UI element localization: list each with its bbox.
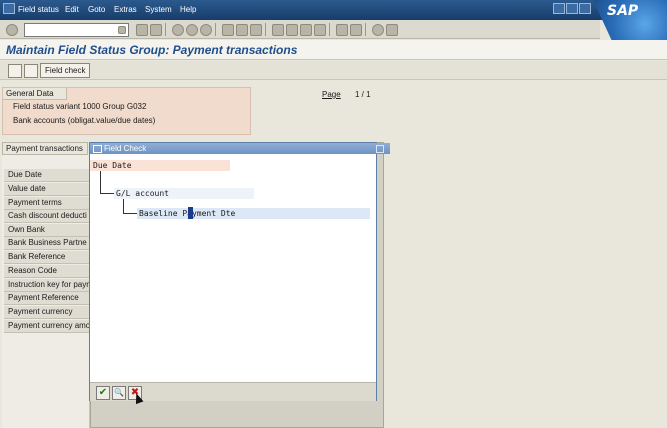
application-toolbar: Field check [0,61,667,80]
enter-icon[interactable] [6,24,18,36]
payment-transactions-tab[interactable]: Payment transactions [2,142,88,155]
text-cursor [188,207,193,219]
save-icon[interactable] [150,24,162,36]
menu-bar: Field status Edit Goto Extras System Hel… [0,0,667,20]
general-data-panel: General Data Field status variant 1000 G… [2,87,251,135]
field-list: Due Date Value date Payment terms Cash d… [2,155,94,428]
exit-icon[interactable] [186,24,198,36]
list-item[interactable]: Cash discount deducti [4,210,94,223]
list-item[interactable]: Payment currency [4,306,94,319]
next-page-icon[interactable] [300,24,312,36]
tree-node-due-date[interactable]: Due Date [93,161,132,170]
list-item[interactable]: Instruction key for paym [4,279,94,292]
dialog-window-icon [93,145,102,153]
dialog-title: Field Check [104,144,147,153]
maximize-icon[interactable] [566,3,578,14]
list-item[interactable]: Own Bank [4,224,94,237]
page-title: Maintain Field Status Group: Payment tra… [6,43,298,57]
general-data-header: General Data [3,88,67,100]
print-group-icon[interactable] [24,64,38,78]
dialog-close-icon[interactable] [376,145,384,153]
list-item[interactable]: Due Date [4,169,94,182]
last-page-icon[interactable] [314,24,326,36]
back-history-icon[interactable] [136,24,148,36]
field-status-variant-line: Field status variant 1000 Group G032 [13,102,147,111]
menu-field-status[interactable]: Field status [18,5,59,14]
list-item[interactable]: Reason Code [4,265,94,278]
ok-check-icon[interactable]: ✔ [96,386,110,400]
field-check-button[interactable]: Field check [40,63,91,78]
page-number: 1 / 1 [355,90,371,99]
menu-extras[interactable]: Extras [114,5,137,14]
group-description-line: Bank accounts (obligat.value/due dates) [13,116,156,125]
menu-help[interactable]: Help [180,5,196,14]
page-label: Page [322,90,341,99]
back-icon[interactable] [172,24,184,36]
cancel-icon[interactable] [200,24,212,36]
search-icon[interactable]: 🔍 [112,386,126,400]
previous-page-icon[interactable] [286,24,298,36]
list-item[interactable]: Bank Reference [4,251,94,264]
create-session-icon[interactable] [336,24,348,36]
command-field[interactable] [24,23,129,37]
sap-logo: SAP [593,0,667,40]
find-next-icon[interactable] [250,24,262,36]
command-dropdown-icon[interactable] [118,26,126,34]
menu-system[interactable]: System [145,5,172,14]
dialog-tree-area: Due Date G/L account Baseline Payment Dt… [90,154,376,382]
close-window-icon[interactable] [579,3,591,14]
list-item[interactable]: Payment Reference [4,292,94,305]
title-bar: Maintain Field Status Group: Payment tra… [0,40,667,60]
other-group-icon[interactable] [8,64,22,78]
list-item[interactable]: Payment currency amo [4,320,94,333]
list-item[interactable]: Payment terms [4,197,94,210]
print-icon[interactable] [222,24,234,36]
first-page-icon[interactable] [272,24,284,36]
help-icon[interactable] [372,24,384,36]
menu-goto[interactable]: Goto [88,5,105,14]
window-menu-icon[interactable] [3,3,15,14]
dialog-title-bar: Field Check [90,143,390,154]
shortcut-icon[interactable] [350,24,362,36]
find-icon[interactable] [236,24,248,36]
minimize-icon[interactable] [553,3,565,14]
tree-node-gl-account[interactable]: G/L account [116,189,169,198]
menu-edit[interactable]: Edit [65,5,79,14]
customize-layout-icon[interactable] [386,24,398,36]
list-item[interactable]: Bank Business Partne [4,237,94,250]
list-item[interactable]: Value date [4,183,94,196]
standard-toolbar [0,20,600,39]
field-check-dialog: Field Check Due Date G/L account Baselin… [89,142,390,401]
